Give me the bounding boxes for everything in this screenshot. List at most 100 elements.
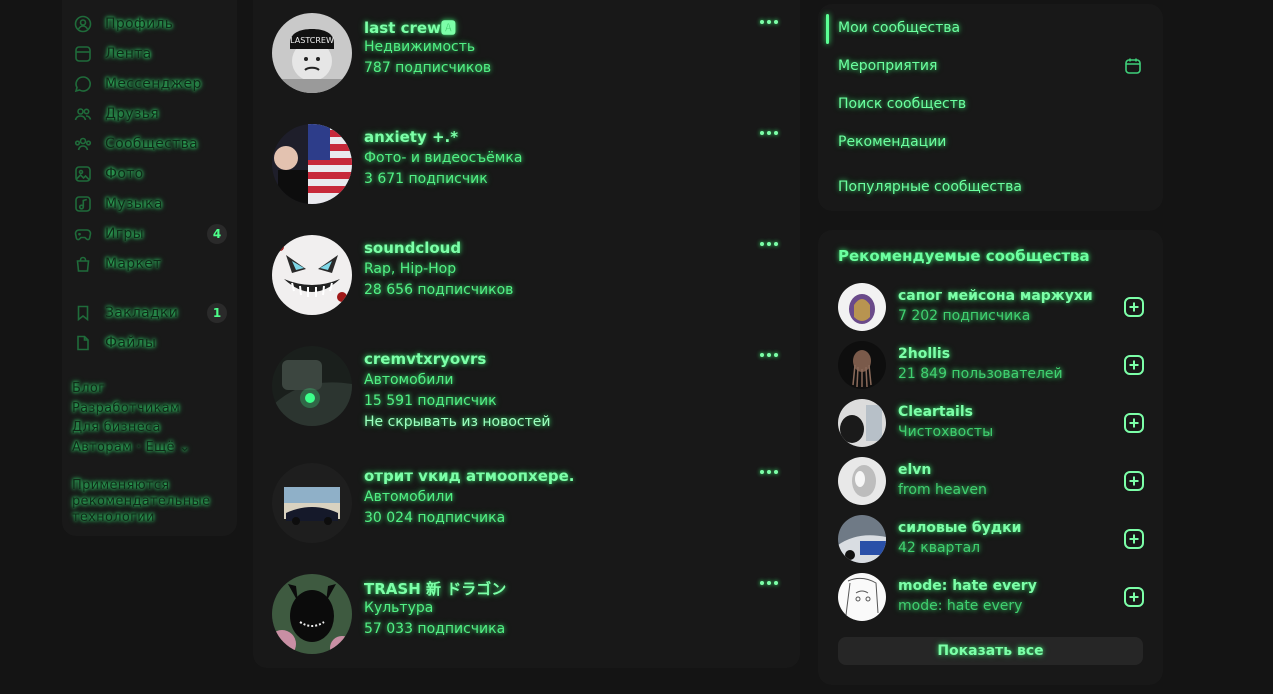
more-options-icon[interactable] — [758, 575, 780, 591]
list-item[interactable]: Cleartails Чистохвосты — [838, 399, 1145, 449]
more-options-icon[interactable] — [758, 14, 780, 30]
nav-item-label: Фото — [105, 166, 144, 182]
list-item[interactable]: mode: hate every mode: hate every — [838, 573, 1145, 623]
active-indicator — [826, 14, 829, 44]
menu-item-search-communities[interactable]: Поиск сообществ — [838, 96, 966, 112]
group-name[interactable]: TRASH 新 ドラゴン — [364, 578, 506, 599]
add-plus-icon[interactable] — [1123, 528, 1145, 550]
games-count-badge: 4 — [207, 224, 227, 244]
calendar-icon[interactable] — [1124, 57, 1142, 75]
group-category: Фото- и видеосъёмка — [364, 150, 523, 166]
shopping-bag-icon — [74, 255, 92, 273]
nav-item-music[interactable]: Музыка — [74, 191, 227, 217]
community-subtitle: 7 202 подписчика — [898, 308, 1031, 324]
nav-item-games[interactable]: Игры 4 — [74, 221, 227, 247]
group-avatar[interactable] — [272, 235, 352, 315]
group-name[interactable]: cremvtxryovrs — [364, 350, 486, 368]
list-item[interactable]: 2hollis 21 849 пользователей — [838, 341, 1145, 391]
menu-item-popular[interactable]: Популярные сообщества — [838, 179, 1022, 195]
community-name[interactable]: elvn — [898, 462, 931, 478]
nav-item-photo[interactable]: Фото — [74, 161, 227, 187]
communities-menu: Мои сообщества Мероприятия Поиск сообщес… — [818, 4, 1163, 211]
nav-item-label: Игры — [105, 226, 144, 242]
nav-item-communities[interactable]: Сообщества — [74, 131, 227, 157]
nav-item-market[interactable]: Маркет — [74, 251, 227, 277]
list-item[interactable]: elvn from heaven — [838, 457, 1145, 507]
community-avatar[interactable] — [838, 457, 886, 505]
group-subscribers: 28 656 подписчиков — [364, 282, 514, 298]
friends-icon — [74, 105, 92, 123]
unhide-from-news-link[interactable]: Не скрывать из новостей — [364, 414, 550, 430]
group-name[interactable]: last crew🅰 — [364, 17, 456, 38]
group-subscribers: 30 024 подписчика — [364, 510, 506, 526]
more-options-icon[interactable] — [758, 347, 780, 363]
group-category: Автомобили — [364, 489, 454, 505]
recommendation-tech-note[interactable]: Применяются рекомендательные технологии — [72, 478, 232, 526]
nav-item-files[interactable]: Файлы — [74, 330, 227, 356]
community-avatar[interactable] — [838, 399, 886, 447]
group-avatar[interactable] — [272, 124, 352, 204]
nav-item-feed[interactable]: Лента — [74, 41, 227, 67]
footer-links: Блог Разработчикам Для бизнеса Авторам ·… — [72, 379, 232, 457]
list-item[interactable]: soundcloud Rap, Hip-Hop 28 656 подписчик… — [253, 222, 800, 332]
community-avatar[interactable] — [838, 341, 886, 389]
menu-item-recommendations[interactable]: Рекомендации — [838, 134, 946, 150]
nav-item-messenger[interactable]: Мессенджер — [74, 71, 227, 97]
menu-item-events[interactable]: Мероприятия — [838, 58, 937, 74]
footer-link-business[interactable]: Для бизнеса — [72, 418, 232, 438]
group-avatar[interactable] — [272, 463, 352, 543]
group-category: Культура — [364, 600, 434, 616]
list-item[interactable]: TRASH 新 ドラゴン Культура 57 033 подписчика — [253, 561, 800, 671]
community-subtitle: from heaven — [898, 482, 987, 498]
group-avatar[interactable]: LASTCREW — [272, 13, 352, 93]
group-name[interactable]: soundcloud — [364, 239, 461, 257]
list-item[interactable]: anxiety +.* Фото- и видеосъёмка 3 671 по… — [253, 111, 800, 221]
footer-link-developers[interactable]: Разработчикам — [72, 399, 232, 419]
nav-item-label: Файлы — [105, 335, 157, 351]
footer-link-authors-more[interactable]: Авторам · Ещё ⌄ — [72, 438, 232, 458]
add-plus-icon[interactable] — [1123, 586, 1145, 608]
list-item[interactable]: сапог мейсона маржухи 7 202 подписчика — [838, 283, 1145, 333]
more-options-icon[interactable] — [758, 236, 780, 252]
menu-item-my-communities[interactable]: Мои сообщества — [838, 20, 960, 36]
list-item[interactable]: силовые будки 42 квартал — [838, 515, 1145, 565]
file-icon — [74, 334, 92, 352]
show-all-button[interactable]: Показать все — [838, 637, 1143, 665]
group-subscribers: 787 подписчиков — [364, 60, 492, 76]
group-name[interactable]: anxiety +.* — [364, 128, 458, 146]
group-name[interactable]: отрит vкид атмоопхере. — [364, 467, 574, 485]
nav-item-label: Лента — [105, 46, 152, 62]
communities-icon — [74, 135, 92, 153]
nav-item-bookmarks[interactable]: Закладки 1 — [74, 300, 227, 326]
community-name[interactable]: сапог мейсона маржухи — [898, 288, 1093, 304]
nav-item-friends[interactable]: Друзья — [74, 101, 227, 127]
add-plus-icon[interactable] — [1123, 354, 1145, 376]
note-line: Применяются — [72, 478, 170, 493]
community-avatar[interactable] — [838, 283, 886, 331]
community-avatar[interactable] — [838, 515, 886, 563]
community-name[interactable]: 2hollis — [898, 346, 950, 362]
more-options-icon[interactable] — [758, 125, 780, 141]
left-navigation: Профиль Лента Мессенджер Друзья Сообщест… — [62, 0, 237, 536]
add-plus-icon[interactable] — [1123, 296, 1145, 318]
nav-item-label: Музыка — [105, 196, 163, 212]
photo-icon — [74, 165, 92, 183]
add-plus-icon[interactable] — [1123, 470, 1145, 492]
group-avatar[interactable] — [272, 346, 352, 426]
community-avatar[interactable] — [838, 573, 886, 621]
list-item[interactable]: LASTCREW last crew🅰 Недвижимость 787 под… — [253, 0, 800, 110]
add-plus-icon[interactable] — [1123, 412, 1145, 434]
section-title: Рекомендуемые сообщества — [838, 247, 1090, 265]
more-options-icon[interactable] — [758, 464, 780, 480]
community-name[interactable]: силовые будки — [898, 520, 1021, 536]
nav-item-profile[interactable]: Профиль — [74, 11, 227, 37]
list-item[interactable]: cremvtxryovrs Автомобили 15 591 подписчи… — [253, 333, 800, 443]
nav-item-label: Друзья — [105, 106, 160, 122]
group-subscribers: 15 591 подписчик — [364, 393, 497, 409]
footer-link-blog[interactable]: Блог — [72, 379, 232, 399]
community-name[interactable]: mode: hate every — [898, 578, 1037, 594]
group-avatar[interactable] — [272, 574, 352, 654]
note-line: рекомендательные — [72, 494, 211, 509]
list-item[interactable]: отрит vкид атмоопхере. Автомобили 30 024… — [253, 450, 800, 560]
community-name[interactable]: Cleartails — [898, 404, 973, 420]
